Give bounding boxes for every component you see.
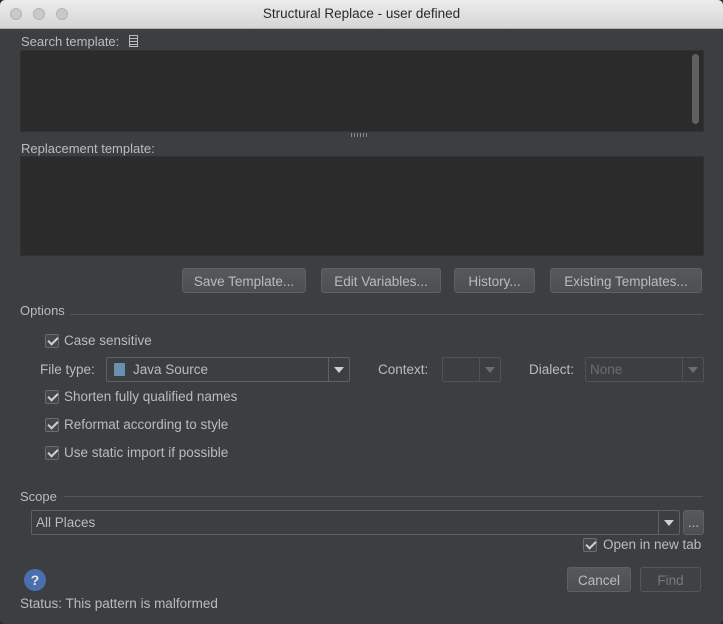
window-title: Structural Replace - user defined <box>262 6 461 21</box>
editor-splitter-handle[interactable] <box>351 133 367 137</box>
context-dropdown[interactable] <box>442 357 501 382</box>
file-type-label: File type: <box>40 362 95 377</box>
replacement-template-label: Replacement template: <box>21 141 155 156</box>
existing-templates-button[interactable]: Existing Templates... <box>550 268 702 293</box>
chevron-down-icon <box>328 358 349 381</box>
shorten-names-label: Shorten fully qualified names <box>64 389 238 404</box>
chevron-down-icon <box>682 358 703 381</box>
reformat-checkbox[interactable] <box>45 418 59 432</box>
scope-section-label: Scope <box>20 489 57 504</box>
template-doc-icon[interactable] <box>129 35 138 47</box>
options-section-label: Options <box>20 303 65 318</box>
file-type-value: Java Source <box>133 362 209 377</box>
shorten-names-checkbox[interactable] <box>45 390 59 404</box>
help-icon[interactable]: ? <box>24 569 46 591</box>
dialect-dropdown[interactable]: None <box>585 357 704 382</box>
search-template-label: Search template: <box>21 34 120 49</box>
chevron-down-icon <box>658 511 679 534</box>
replacement-template-editor[interactable] <box>20 156 704 256</box>
open-in-new-tab-checkbox[interactable] <box>583 538 597 552</box>
cancel-button[interactable]: Cancel <box>567 567 631 592</box>
options-separator <box>70 314 703 315</box>
dialect-label: Dialect: <box>529 362 575 377</box>
status-text: Status: This pattern is malformed <box>20 596 218 611</box>
java-file-icon <box>114 363 125 376</box>
scope-value: All Places <box>36 515 96 530</box>
case-sensitive-label: Case sensitive <box>64 333 152 348</box>
static-import-label: Use static import if possible <box>64 445 229 460</box>
chevron-down-icon <box>479 358 500 381</box>
case-sensitive-checkbox[interactable] <box>45 334 59 348</box>
dialect-value: None <box>590 362 623 377</box>
file-type-dropdown[interactable]: Java Source <box>106 357 350 382</box>
title-bar: Structural Replace - user defined <box>0 0 723 29</box>
static-import-checkbox[interactable] <box>45 446 59 460</box>
history-button[interactable]: History... <box>454 268 535 293</box>
edit-variables-button[interactable]: Edit Variables... <box>321 268 441 293</box>
open-in-new-tab-label: Open in new tab <box>603 537 702 552</box>
scope-separator <box>64 496 703 497</box>
scope-dropdown[interactable]: All Places <box>31 510 680 535</box>
scope-browse-button[interactable]: ... <box>683 510 704 535</box>
save-template-button[interactable]: Save Template... <box>182 268 306 293</box>
structural-replace-dialog: Structural Replace - user defined Search… <box>0 0 723 624</box>
reformat-label: Reformat according to style <box>64 417 229 432</box>
find-button[interactable]: Find <box>640 567 701 592</box>
search-template-editor[interactable] <box>20 50 704 132</box>
search-editor-scrollbar[interactable] <box>692 54 699 124</box>
context-label: Context: <box>378 362 429 377</box>
